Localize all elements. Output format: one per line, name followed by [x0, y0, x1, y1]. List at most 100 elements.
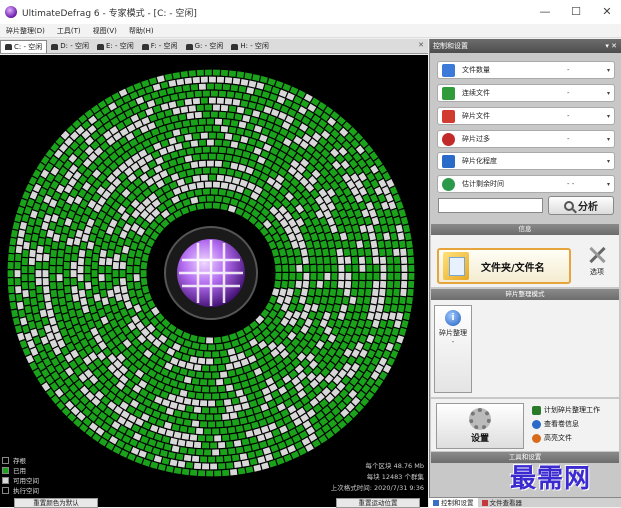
menu-tools[interactable]: 工具(T): [57, 26, 81, 36]
option-estimated-time[interactable]: 估计剩余时间 - - ▾: [437, 175, 615, 193]
cluster-block: [233, 404, 242, 412]
cluster-block: [213, 69, 220, 76]
cluster-block: [43, 286, 50, 294]
cluster-block: [232, 77, 241, 85]
cluster-block: [195, 371, 204, 379]
option-excessive-fragments[interactable]: 碎片过多 - ▾: [437, 130, 615, 148]
cluster-block: [64, 253, 71, 262]
cluster-block: [269, 406, 279, 415]
legend-exec: 执行空间: [2, 485, 39, 495]
cluster-block: [45, 301, 53, 310]
cluster-block: [180, 206, 190, 215]
cluster-block: [280, 409, 290, 418]
cluster-block: [261, 127, 270, 136]
cluster-block: [322, 224, 331, 234]
chevron-down-icon: ▾: [606, 135, 610, 143]
cluster-block: [17, 332, 25, 341]
settings-button[interactable]: 设置: [436, 403, 524, 449]
cluster-block: [113, 226, 122, 235]
cluster-block: [80, 214, 89, 223]
menu-help[interactable]: 帮助(H): [129, 26, 154, 36]
cluster-block: [246, 371, 255, 379]
highlight-files-link[interactable]: 高亮文件: [532, 432, 572, 444]
cluster-block: [22, 347, 31, 356]
cluster-block: [196, 69, 204, 76]
cluster-block: [189, 413, 198, 420]
analyze-button[interactable]: 分析: [548, 196, 614, 215]
cluster-block: [67, 210, 76, 219]
options-button[interactable]: 选项: [582, 244, 612, 278]
cluster-block: [364, 319, 373, 329]
cluster-block: [286, 288, 294, 297]
cluster-block: [400, 248, 407, 256]
cluster-block: [257, 434, 266, 442]
legend-swatch: [2, 476, 9, 484]
option-contiguous-files[interactable]: 连续文件 - ▾: [437, 84, 615, 102]
defrag-mode-button[interactable]: i 碎片整理 -: [434, 305, 472, 393]
tab-drive-f[interactable]: F: - 空闲: [138, 40, 182, 53]
minimize-button[interactable]: —: [535, 3, 555, 20]
cluster-block: [100, 289, 107, 298]
option-file-count[interactable]: 文件数量 - ▾: [437, 61, 615, 79]
cluster-block: [144, 293, 152, 302]
cluster-block: [369, 327, 378, 336]
cluster-block: [166, 87, 175, 95]
cluster-block: [255, 140, 265, 149]
tab-drive-d[interactable]: D: - 空闲: [47, 40, 93, 53]
cluster-block: [264, 431, 273, 440]
cluster-block: [230, 468, 238, 476]
cluster-block: [337, 280, 345, 289]
cluster-block: [313, 240, 321, 249]
cluster-block: [397, 304, 405, 313]
cluster-block: [147, 160, 157, 169]
panel-pin-icon[interactable]: ▾ ✕: [605, 39, 617, 53]
maximize-button[interactable]: ☐: [566, 3, 586, 20]
menu-defrag[interactable]: 碎片整理(D): [6, 26, 45, 36]
cluster-block: [400, 256, 408, 264]
cluster-block: [285, 115, 295, 124]
volume-info-link[interactable]: 查看卷信息: [532, 418, 579, 430]
menu-view[interactable]: 视图(V): [93, 26, 117, 36]
tab-drive-h[interactable]: H: - 空闲: [227, 40, 273, 53]
cluster-block: [141, 79, 150, 88]
option-fragmentation-level[interactable]: 碎片化程度 ▾: [437, 152, 615, 170]
cluster-block: [275, 80, 284, 89]
cluster-block: [226, 168, 235, 176]
cluster-block: [49, 282, 57, 290]
cluster-block: [204, 202, 212, 209]
cluster-block: [388, 224, 396, 233]
disk-cluster-map[interactable]: 存根 已用 可用空间 执行空间 每个区块 48.76 Mb 每块 12483 个…: [0, 55, 428, 507]
cluster-block: [363, 356, 372, 366]
cluster-block: [206, 435, 214, 442]
cluster-block: [355, 356, 364, 365]
search-input[interactable]: [438, 198, 543, 213]
cluster-block: [249, 400, 258, 408]
schedule-defrag-link[interactable]: 计划碎片整理工作: [532, 404, 600, 416]
cluster-block: [230, 120, 239, 127]
option-fragmented-files[interactable]: 碎片文件 - ▾: [437, 107, 615, 125]
tab-drive-g[interactable]: G: - 空闲: [182, 40, 228, 53]
cluster-block: [408, 256, 415, 264]
cluster-block: [75, 229, 83, 238]
cluster-block: [140, 270, 147, 278]
cluster-block: [388, 201, 397, 210]
cluster-block: [234, 345, 244, 354]
tab-drive-c[interactable]: C: - 空闲: [0, 40, 48, 53]
close-button[interactable]: ✕: [597, 3, 617, 20]
cluster-block: [38, 301, 46, 310]
cluster-block: [151, 128, 160, 137]
cluster-block: [162, 376, 171, 385]
cluster-block: [176, 178, 185, 187]
cluster-block: [31, 233, 39, 242]
cluster-block: [152, 83, 161, 91]
cluster-block: [322, 288, 330, 297]
cluster-block: [401, 273, 408, 280]
cluster-block: [274, 435, 283, 444]
cluster-block: [173, 431, 182, 439]
tab-drive-e[interactable]: E: - 空闲: [93, 40, 138, 53]
cluster-block: [28, 274, 35, 282]
cluster-block: [352, 312, 360, 321]
folder-file-name-button[interactable]: 文件夹/文件名: [437, 248, 571, 284]
close-tab-icon[interactable]: ✕: [418, 41, 424, 49]
cluster-block: [301, 288, 308, 297]
